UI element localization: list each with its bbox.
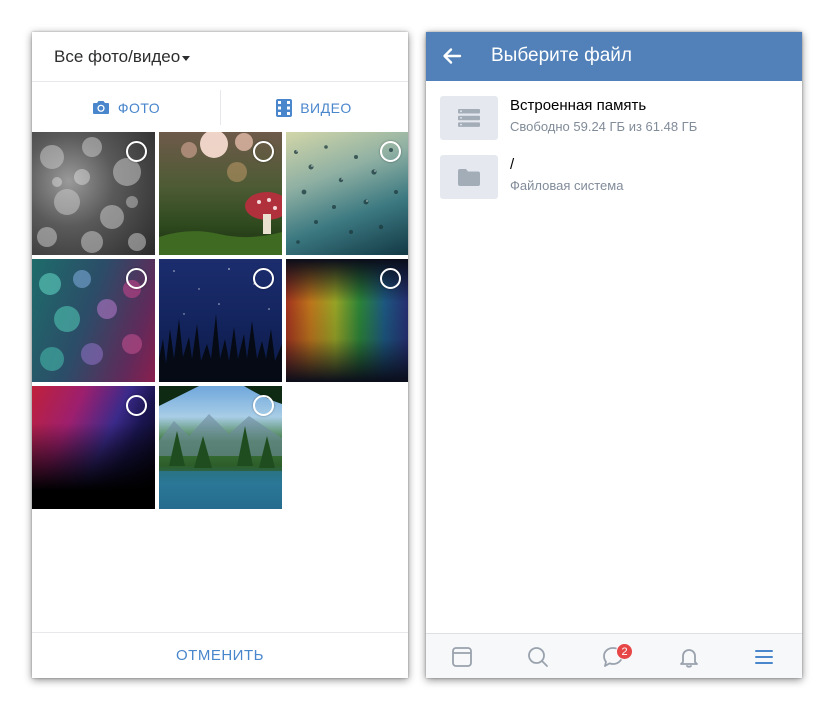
cancel-button[interactable]: ОТМЕНИТЬ	[176, 647, 264, 664]
back-arrow-icon[interactable]	[441, 45, 463, 67]
list-item-file-system[interactable]: / Файловая система	[426, 155, 802, 213]
photo-thumbnail[interactable]	[32, 386, 155, 509]
file-chooser-screen: Выберите файл Встроенная память Свободно…	[426, 32, 802, 678]
film-icon	[276, 98, 293, 117]
select-circle[interactable]	[380, 268, 401, 289]
tab-video[interactable]: ВИДЕО	[220, 83, 408, 132]
app-bar: Выберите файл	[426, 32, 802, 81]
tab-video-label: ВИДЕО	[300, 99, 352, 116]
photo-thumbnail[interactable]	[286, 259, 408, 382]
tab-photo-label: ФОТО	[117, 99, 161, 116]
item-name: Встроенная память	[510, 97, 647, 114]
select-circle[interactable]	[380, 141, 401, 162]
photo-thumbnail[interactable]	[159, 132, 282, 255]
picker-header: Все фото/видео	[32, 32, 408, 82]
album-selector[interactable]: Все фото/видео	[54, 47, 191, 67]
media-picker-screen: Все фото/видео ФОТО ВИДЕО ОТМЕНИТЬ	[32, 32, 408, 678]
storage-icon	[440, 96, 498, 140]
select-circle[interactable]	[126, 268, 147, 289]
item-name: /	[510, 156, 515, 173]
news-icon[interactable]	[450, 645, 474, 669]
search-icon[interactable]	[526, 645, 550, 669]
item-subtitle: Свободно 59.24 ГБ из 61.48 ГБ	[510, 119, 698, 134]
select-circle[interactable]	[126, 395, 147, 416]
tab-photo[interactable]: ФОТО	[32, 83, 220, 132]
photo-thumbnail[interactable]	[32, 132, 155, 255]
photo-thumbnail[interactable]	[286, 132, 408, 255]
bell-icon[interactable]	[677, 645, 701, 669]
photo-thumbnail[interactable]	[159, 259, 282, 382]
folder-icon	[440, 155, 498, 199]
dropdown-caret-icon	[182, 55, 191, 61]
unread-badge: 2	[616, 643, 633, 660]
page-title: Выберите файл	[491, 45, 632, 66]
list-item-internal-storage[interactable]: Встроенная память Свободно 59.24 ГБ из 6…	[426, 96, 802, 154]
select-circle[interactable]	[253, 395, 274, 416]
select-circle[interactable]	[126, 141, 147, 162]
camera-icon	[92, 101, 109, 114]
photo-thumbnail[interactable]	[32, 259, 155, 382]
select-circle[interactable]	[253, 268, 274, 289]
picker-footer: ОТМЕНИТЬ	[32, 632, 408, 678]
item-subtitle: Файловая система	[510, 178, 624, 193]
album-selector-label: Все фото/видео	[54, 47, 181, 66]
tab-divider	[220, 90, 221, 125]
menu-icon[interactable]	[752, 645, 776, 669]
photo-thumbnail[interactable]	[159, 386, 282, 509]
select-circle[interactable]	[253, 141, 274, 162]
bottom-navigation: 2	[426, 633, 802, 678]
